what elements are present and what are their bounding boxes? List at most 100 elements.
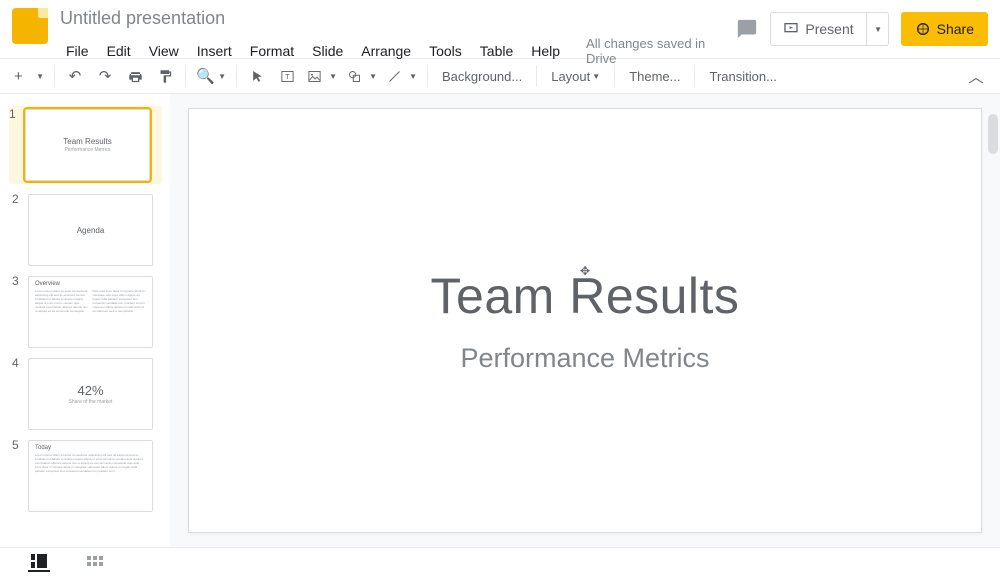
menu-insert[interactable]: Insert (189, 40, 240, 62)
undo-icon: ↶ (69, 67, 82, 85)
image-icon (307, 69, 322, 84)
select-tool[interactable] (243, 62, 271, 90)
slide-thumbnail[interactable]: 1 Team Results Performance Metrics (9, 106, 162, 184)
thumb-heading: Overview (35, 281, 146, 287)
footer-bar (0, 547, 1000, 577)
slide-number: 1 (9, 107, 19, 121)
share-label: Share (937, 21, 974, 37)
present-button[interactable]: Present (771, 13, 865, 45)
slide-panel: 1 Team Results Performance Metrics 2 Age… (0, 94, 170, 547)
chevron-down-icon: ▼ (329, 72, 337, 81)
thumbnail-preview: Overview Lorem ipsum dolor sit amet cons… (28, 276, 153, 348)
filmstrip-view-button[interactable] (28, 554, 50, 572)
chevron-down-icon: ▼ (369, 72, 377, 81)
slide-number: 4 (12, 356, 22, 370)
zoom-button[interactable]: 🔍▼ (192, 62, 230, 90)
chevron-down-icon: ▼ (874, 25, 882, 34)
shape-icon (347, 69, 362, 84)
thumbnail-preview: Agenda (28, 194, 153, 266)
workspace: 1 Team Results Performance Metrics 2 Age… (0, 94, 1000, 547)
globe-lock-icon (915, 21, 931, 37)
present-button-group: Present ▼ (770, 12, 888, 46)
slide-thumbnail[interactable]: 4 42% Share of the market (12, 358, 162, 430)
theme-button[interactable]: Theme... (621, 62, 688, 90)
header-right: Present ▼ Share (736, 12, 988, 46)
menu-format[interactable]: Format (242, 40, 302, 62)
menu-arrange[interactable]: Arrange (353, 40, 419, 62)
layout-label: Layout (551, 69, 590, 84)
menu-file[interactable]: File (58, 40, 97, 62)
thumb-title: Team Results (32, 137, 143, 146)
scrollbar-thumb[interactable] (988, 114, 998, 154)
grid-icon (87, 556, 103, 570)
background-button[interactable]: Background... (434, 62, 530, 90)
slide-subtitle-text[interactable]: Performance Metrics (460, 343, 709, 374)
separator (185, 65, 186, 87)
slide-number: 5 (12, 438, 22, 452)
collapse-toolbar-button[interactable]: ︿ (962, 62, 990, 90)
doc-meta: Untitled presentation File Edit View Ins… (58, 6, 736, 69)
chevron-down-icon: ▼ (409, 72, 417, 81)
separator (54, 65, 55, 87)
line-tool[interactable]: ▼ (383, 62, 421, 90)
redo-button[interactable]: ↷ (91, 62, 119, 90)
separator (694, 65, 695, 87)
comment-icon (736, 18, 758, 40)
filmstrip-icon (31, 554, 47, 568)
print-icon (128, 69, 143, 84)
share-button[interactable]: Share (901, 12, 988, 46)
separator (536, 65, 537, 87)
slide-thumbnail[interactable]: 3 Overview Lorem ipsum dolor sit amet co… (12, 276, 162, 348)
paint-format-button[interactable] (151, 62, 179, 90)
canvas-area[interactable]: ✥ Team Results Performance Metrics (170, 94, 1000, 547)
slide-thumbnail[interactable]: 5 Today Lorem ipsum dolor sit amet conse… (12, 440, 162, 512)
slide-title-text[interactable]: Team Results (431, 267, 740, 325)
slide-number: 3 (12, 274, 22, 288)
thumbnail-preview: Today Lorem ipsum dolor sit amet consect… (28, 440, 153, 512)
menu-edit[interactable]: Edit (99, 40, 139, 62)
present-label: Present (805, 21, 853, 37)
present-dropdown[interactable]: ▼ (866, 13, 888, 45)
grid-view-button[interactable] (84, 554, 106, 572)
new-slide-button[interactable]: +▼ (10, 62, 48, 90)
menu-help[interactable]: Help (523, 40, 568, 62)
chevron-down-icon: ▼ (592, 72, 600, 81)
slide-canvas[interactable]: ✥ Team Results Performance Metrics (188, 108, 982, 533)
separator (614, 65, 615, 87)
menu-table[interactable]: Table (472, 40, 521, 62)
zoom-icon: 🔍 (196, 67, 215, 85)
transition-button[interactable]: Transition... (701, 62, 784, 90)
app-header: Untitled presentation File Edit View Ins… (0, 0, 1000, 58)
layout-button[interactable]: Layout▼ (543, 62, 608, 90)
menu-view[interactable]: View (141, 40, 187, 62)
plus-icon: + (14, 68, 23, 85)
menu-slide[interactable]: Slide (304, 40, 351, 62)
thumbnail-preview: Team Results Performance Metrics (25, 109, 150, 181)
doc-title-input[interactable]: Untitled presentation (58, 6, 736, 31)
vertical-scrollbar[interactable] (988, 114, 998, 527)
chevron-up-icon: ︿ (968, 66, 983, 87)
textbox-tool[interactable]: T (273, 62, 301, 90)
thumb-heading: Today (35, 445, 146, 451)
thumb-sub: Performance Metrics (32, 147, 143, 153)
shape-tool[interactable]: ▼ (343, 62, 381, 90)
cursor-icon (251, 70, 264, 83)
thumbnail-preview: 42% Share of the market (28, 358, 153, 430)
line-icon (387, 69, 402, 84)
thumb-title: Agenda (35, 226, 146, 235)
chevron-down-icon: ▼ (218, 72, 226, 81)
menu-tools[interactable]: Tools (421, 40, 470, 62)
textbox-icon: T (280, 69, 295, 84)
slides-logo (12, 8, 48, 44)
comments-button[interactable] (736, 18, 758, 40)
present-icon (783, 21, 799, 37)
separator (427, 65, 428, 87)
print-button[interactable] (121, 62, 149, 90)
redo-icon: ↷ (99, 67, 112, 85)
slide-thumbnail[interactable]: 2 Agenda (12, 194, 162, 266)
thumb-sub: Share of the market (35, 399, 146, 405)
chevron-down-icon: ▼ (36, 72, 44, 81)
separator (236, 65, 237, 87)
image-tool[interactable]: ▼ (303, 62, 341, 90)
undo-button[interactable]: ↶ (61, 62, 89, 90)
